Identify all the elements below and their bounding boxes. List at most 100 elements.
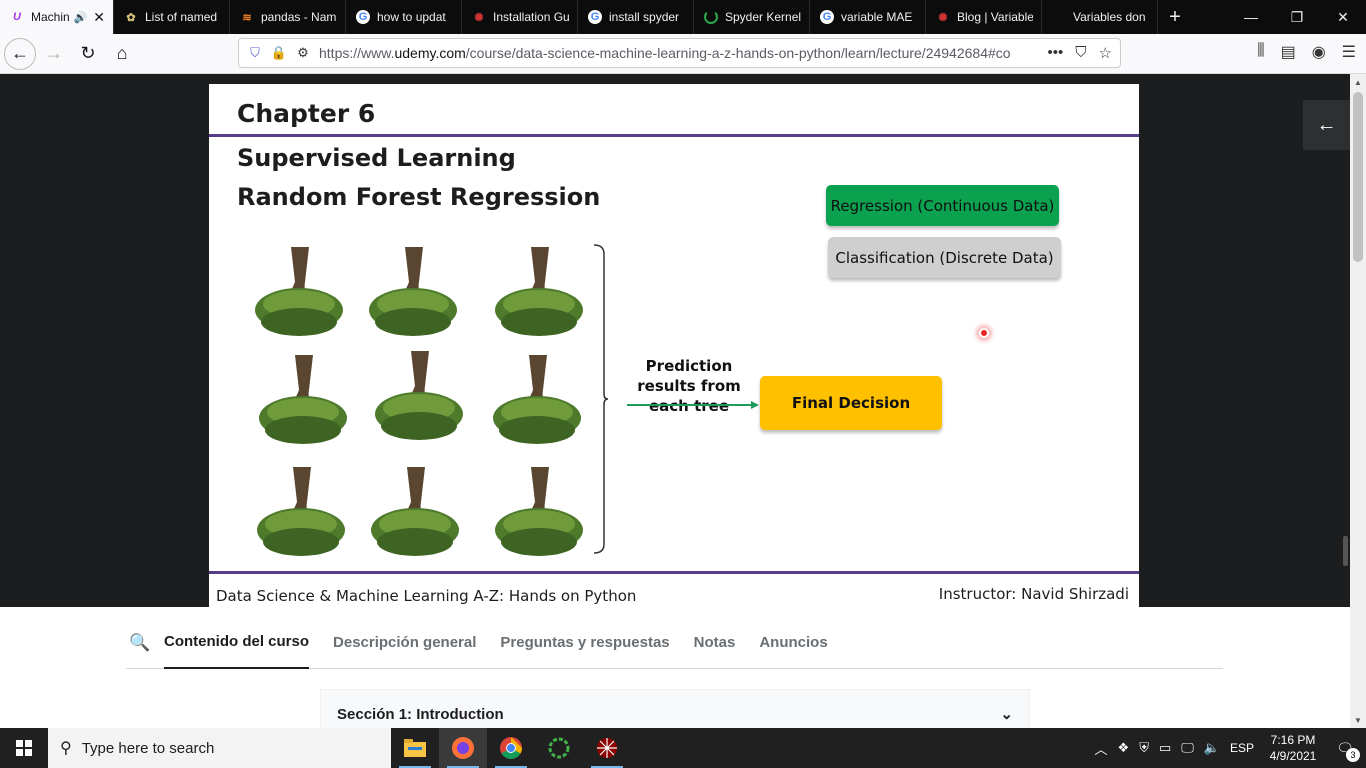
defender-icon[interactable]: ⛨ — [1139, 740, 1149, 756]
shield-icon[interactable]: ⛉ — [247, 45, 263, 61]
section-title: Sección 1: Introduction — [337, 705, 504, 723]
minimize-button[interactable]: — — [1228, 0, 1274, 34]
search-placeholder: Type here to search — [81, 739, 215, 757]
notifications-button[interactable]: 🗨 3 — [1332, 735, 1360, 762]
speaker-icon[interactable]: 🔊 — [74, 11, 88, 24]
udemy-icon: U — [13, 11, 21, 23]
browser-tab-bar: U Machin 🔊 ✕ ✿ List of named ≋ pandas - … — [0, 0, 1366, 34]
close-tab-icon[interactable]: ✕ — [93, 9, 105, 26]
volume-icon[interactable]: 🔈 — [1204, 740, 1220, 756]
tree-image — [257, 467, 345, 556]
slide-scroll-indicator — [1343, 536, 1348, 566]
dropbox-icon[interactable]: ❖ — [1118, 740, 1130, 756]
back-arrow-button[interactable]: ← — [1303, 100, 1350, 150]
video-player[interactable]: Chapter 6 Supervised Learning Random For… — [0, 74, 1350, 607]
home-button[interactable]: ⌂ — [106, 38, 138, 70]
account-icon[interactable]: ◉ — [1312, 42, 1326, 62]
chrome-icon[interactable] — [487, 728, 535, 768]
tab-notes[interactable]: Notas — [694, 617, 736, 669]
page-scrollbar[interactable]: ▲ ▼ — [1350, 74, 1366, 728]
google-icon: G — [588, 10, 602, 24]
tree-image — [375, 351, 463, 440]
top-divider — [209, 134, 1139, 137]
anaconda-icon[interactable] — [535, 728, 583, 768]
network-icon[interactable]: 🖵 — [1181, 740, 1194, 756]
back-button[interactable]: ← — [4, 37, 36, 70]
tab-how-to-update[interactable]: G how to updat — [346, 0, 462, 34]
spyder-app-icon[interactable] — [583, 728, 631, 768]
firefox-icon[interactable] — [439, 728, 487, 768]
lecture-slide: Chapter 6 Supervised Learning Random For… — [209, 84, 1348, 607]
bookmark-star-icon[interactable]: ☆ — [1099, 44, 1112, 62]
tab-label: how to updat — [377, 10, 446, 24]
clock-time: 7:16 PM — [1270, 733, 1316, 747]
restore-button[interactable]: ❐ — [1274, 0, 1320, 34]
forward-button[interactable]: → — [38, 38, 70, 70]
tab-spyder-kernel[interactable]: Spyder Kernel — [694, 0, 810, 34]
tab-label: Spyder Kernel — [725, 10, 801, 24]
tab-overview[interactable]: Descripción general — [333, 617, 476, 669]
classification-label: Classification (Discrete Data) — [828, 237, 1061, 278]
tab-installation[interactable]: ✺ Installation Gu — [462, 0, 578, 34]
regression-label: Regression (Continuous Data) — [826, 185, 1059, 226]
python-icon: ✿ — [126, 11, 136, 24]
tab-announcements[interactable]: Anuncios — [759, 617, 827, 669]
sidebar-icon[interactable]: ▤ — [1281, 42, 1296, 62]
tree-image — [255, 247, 343, 336]
search-icon[interactable]: 🔍 — [126, 633, 164, 653]
notification-count: 3 — [1346, 748, 1360, 762]
url-text[interactable]: https://www.udemy.com/course/data-scienc… — [319, 45, 1048, 61]
final-decision-box: Final Decision — [760, 376, 942, 430]
page-actions-icon[interactable]: ••• — [1048, 44, 1064, 62]
pointer-dot — [979, 328, 989, 338]
stackoverflow-icon: ≋ — [242, 11, 252, 24]
curly-brace — [594, 244, 608, 554]
spyder-icon: ✺ — [474, 11, 484, 24]
library-icon[interactable]: ⫼ — [1257, 42, 1264, 62]
tab-label: Variables don — [1073, 10, 1146, 24]
new-tab-button[interactable]: + — [1158, 0, 1192, 34]
pocket-icon[interactable]: ⛉ — [1075, 44, 1086, 62]
tree-grid — [247, 242, 587, 562]
tab-course-content[interactable]: Contenido del curso — [164, 617, 310, 669]
tab-variable-mae[interactable]: G variable MAE — [810, 0, 926, 34]
url-prefix: https://www. — [319, 45, 395, 61]
tab-label: pandas - Nam — [261, 10, 337, 24]
tab-label: install spyder — [609, 10, 680, 24]
clock[interactable]: 7:16 PM 4/9/2021 — [1264, 732, 1322, 764]
chevron-up-icon[interactable]: ︿ — [1095, 739, 1108, 758]
tab-udemy[interactable]: U Machin 🔊 ✕ — [0, 0, 114, 34]
tree-image — [369, 247, 457, 336]
tab-install-spyder[interactable]: G install spyder — [578, 0, 694, 34]
tab-label: variable MAE — [841, 10, 913, 24]
tab-variables-done[interactable]: Variables don — [1042, 0, 1158, 34]
reload-button[interactable]: ↻ — [72, 38, 104, 70]
spyder-icon: ✺ — [938, 11, 948, 24]
system-tray: ︿ ❖ ⛨ ▭ 🖵 🔈 ESP 7:16 PM 4/9/2021 🗨 3 — [1095, 728, 1366, 768]
tab-pandas[interactable]: ≋ pandas - Nam — [230, 0, 346, 34]
permissions-icon[interactable]: ⚙ — [295, 45, 311, 61]
close-window-button[interactable]: ✕ — [1320, 0, 1366, 34]
scroll-up-icon[interactable]: ▲ — [1350, 74, 1366, 90]
clock-date: 4/9/2021 — [1269, 749, 1317, 763]
tab-list-of-named[interactable]: ✿ List of named — [114, 0, 230, 34]
bottom-divider — [209, 571, 1139, 574]
tab-blog-variable[interactable]: ✺ Blog | Variable — [926, 0, 1042, 34]
windows-icon — [16, 740, 32, 756]
chevron-down-icon[interactable]: ⌄ — [1000, 705, 1013, 723]
tab-qa[interactable]: Preguntas y respuestas — [500, 617, 669, 669]
section-header[interactable]: Sección 1: Introduction ⌄ — [320, 689, 1030, 728]
url-bar[interactable]: ⛉ 🔒 ⚙ https://www.udemy.com/course/data-… — [238, 38, 1121, 68]
start-button[interactable] — [0, 728, 48, 768]
taskbar-search[interactable]: ⚲ Type here to search — [48, 728, 391, 768]
lock-icon[interactable]: 🔒 — [271, 45, 287, 61]
tree-image — [259, 355, 347, 444]
scroll-thumb[interactable] — [1353, 92, 1363, 262]
loading-icon — [704, 10, 718, 24]
language-indicator[interactable]: ESP — [1230, 741, 1254, 755]
url-path: /course/data-science-machine-learning-a-… — [465, 45, 1011, 61]
file-explorer-icon[interactable] — [391, 728, 439, 768]
scroll-down-icon[interactable]: ▼ — [1350, 712, 1366, 728]
menu-icon[interactable]: ☰ — [1342, 42, 1356, 62]
battery-icon[interactable]: ▭ — [1159, 740, 1171, 756]
